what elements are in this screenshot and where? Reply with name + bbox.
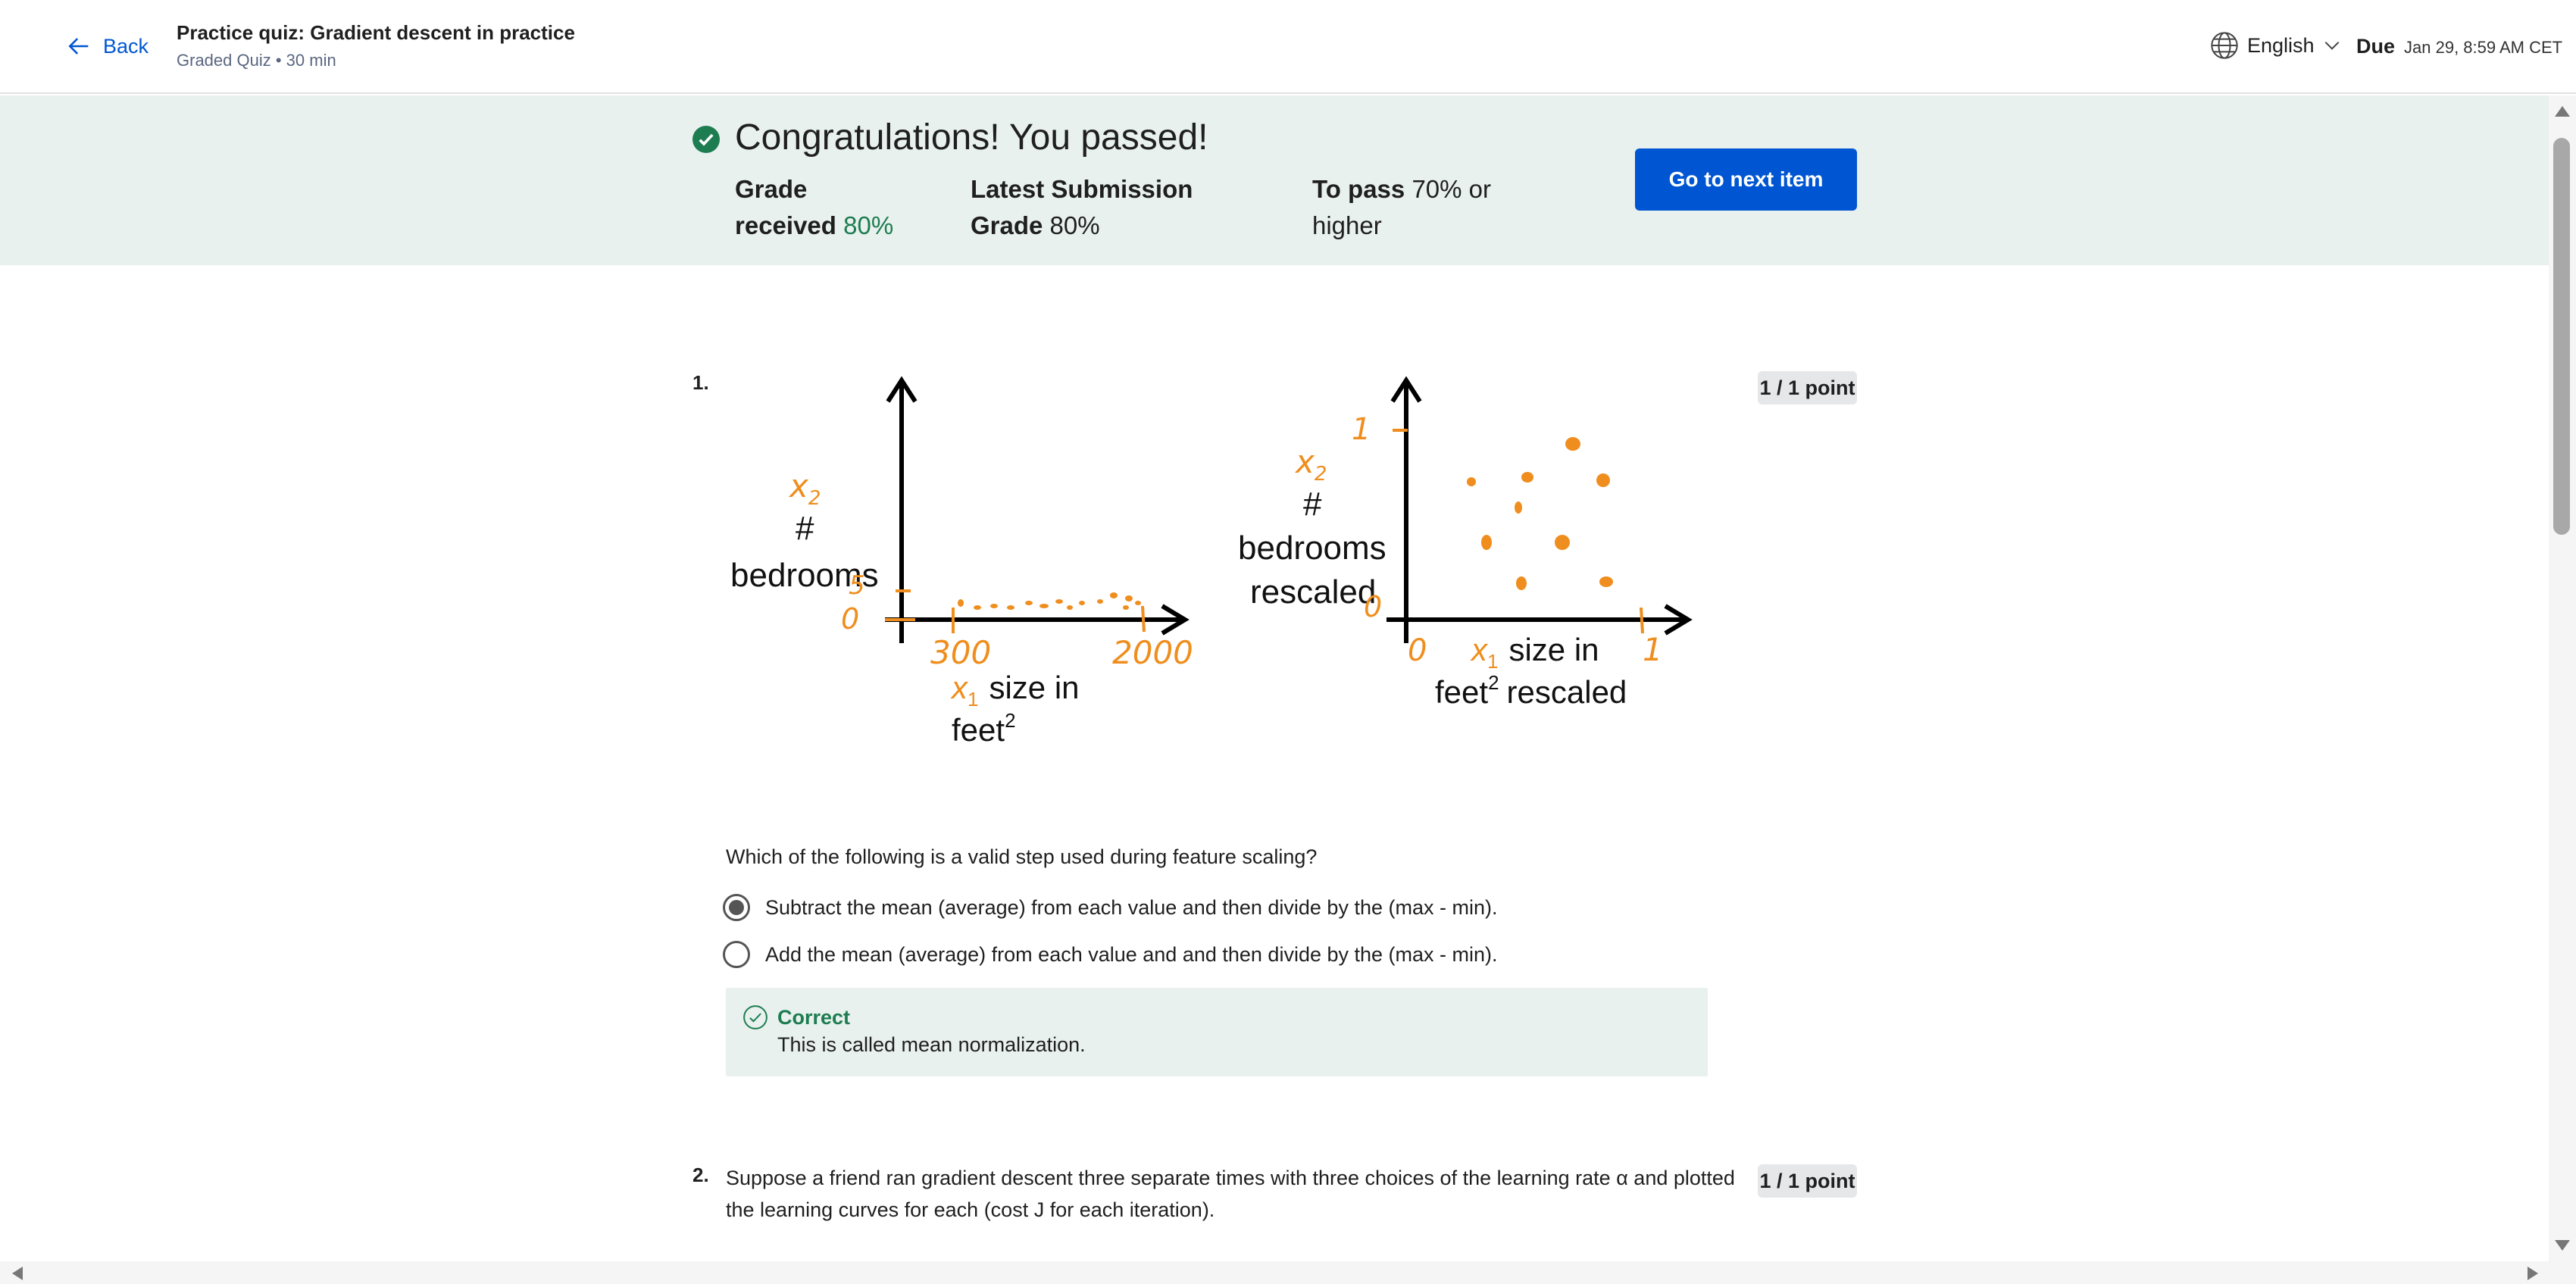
- right-data-points: [1467, 437, 1613, 590]
- feature-scaling-figure: x2 # bedrooms 5 0 300 2000 x1 size in fee…: [730, 376, 1693, 748]
- grade-value: 80%: [843, 211, 894, 239]
- vertical-scrollbar[interactable]: [2549, 95, 2576, 1261]
- right-y-var: x2: [1294, 443, 1327, 486]
- right-y-tick-top: 1: [1352, 412, 1371, 447]
- question-1-number: 1.: [692, 371, 709, 394]
- result-banner: Congratulations! You passed! Grade recei…: [0, 95, 2549, 265]
- page-title: Practice quiz: Gradient descent in pract…: [177, 21, 575, 44]
- grade-received: Grade received 80%: [735, 171, 893, 244]
- left-plot: x2 # bedrooms 5 0 300 2000 x1 size in fee…: [730, 376, 1193, 748]
- right-x-tick-0: 0: [1408, 633, 1427, 668]
- due-date: Due Jan 29, 8:59 AM CET: [2356, 35, 2562, 58]
- chevron-down-icon: [2324, 41, 2339, 50]
- left-y-var: x2: [788, 467, 821, 510]
- check-circle-outline-icon: [743, 1005, 767, 1029]
- feedback-title: Correct: [777, 1006, 851, 1029]
- feedback-text: This is called mean normalization.: [777, 1033, 1086, 1056]
- right-x-label-2: feet2 rescaled: [1435, 671, 1627, 710]
- question-2-points: 1 / 1 point: [1758, 1164, 1857, 1198]
- left-data-points: [958, 592, 1141, 610]
- grade-label-2: received: [735, 211, 836, 239]
- question-2-text: Suppose a friend ran gradient descent th…: [726, 1162, 1735, 1226]
- question-2-line-2: the learning curves for each (cost J for…: [726, 1198, 1215, 1221]
- due-date-value: Jan 29, 8:59 AM CET: [2404, 38, 2563, 57]
- feedback-correct: Correct This is called mean normalizatio…: [726, 988, 1708, 1076]
- latest-value: 80%: [1049, 211, 1100, 239]
- grade-label-1: Grade: [735, 175, 808, 203]
- top-header: Back Practice quiz: Gradient descent in …: [0, 0, 2576, 94]
- latest-label-2: Grade: [971, 211, 1043, 239]
- back-button[interactable]: Back: [67, 33, 148, 59]
- question-2-number: 2.: [692, 1164, 709, 1186]
- scroll-left-icon[interactable]: [12, 1267, 23, 1280]
- right-x-label-1: x1 size in: [1470, 632, 1599, 673]
- go-to-next-item-button[interactable]: Go to next item: [1635, 148, 1857, 211]
- left-y-tick-top: 5: [849, 570, 865, 601]
- scroll-down-icon[interactable]: [2555, 1240, 2570, 1251]
- option-2-label: Add the mean (average) from each value a…: [765, 942, 1498, 966]
- left-x-label-2: feet2: [952, 709, 1016, 748]
- title-block: Practice quiz: Gradient descent in pract…: [177, 21, 575, 70]
- right-y-label-3: rescaled: [1250, 573, 1376, 611]
- language-label: English: [2247, 33, 2315, 57]
- language-selector[interactable]: English: [2209, 30, 2342, 61]
- option-2[interactable]: Add the mean (average) from each value a…: [723, 941, 1498, 968]
- left-x-label-1: x1 size in: [950, 670, 1080, 711]
- right-y-tick-zero: 0: [1364, 590, 1382, 623]
- question-1-text: Which of the following is a valid step u…: [726, 845, 1318, 868]
- banner-title: Congratulations! You passed!: [735, 117, 1208, 158]
- question-1-points: 1 / 1 point: [1758, 371, 1857, 405]
- due-label: Due: [2356, 35, 2396, 58]
- radio-unselected[interactable]: [723, 941, 750, 968]
- scroll-up-icon[interactable]: [2555, 106, 2570, 117]
- horizontal-scrollbar[interactable]: [0, 1261, 2576, 1284]
- left-y-label-1: #: [796, 510, 814, 547]
- right-x-tick-1: 1: [1643, 631, 1663, 668]
- right-y-label-1: #: [1303, 486, 1322, 523]
- scrollbar-thumb[interactable]: [2553, 138, 2570, 535]
- option-1[interactable]: Subtract the mean (average) from each va…: [723, 894, 1497, 921]
- question-2-line-1: Suppose a friend ran gradient descent th…: [726, 1167, 1735, 1189]
- pass-label: To pass: [1312, 175, 1405, 203]
- pass-threshold: To pass 70% or higher: [1312, 171, 1491, 244]
- left-y-tick-zero: 0: [841, 602, 859, 636]
- option-1-label: Subtract the mean (average) from each va…: [765, 895, 1498, 919]
- left-x-tick-1: 300: [930, 634, 991, 671]
- right-plot: x2 # bedrooms rescaled 1 0 0 1 x1 size in…: [1238, 376, 1693, 710]
- scroll-right-icon[interactable]: [2528, 1267, 2538, 1280]
- check-circle-icon: [692, 126, 720, 153]
- globe-icon: [2211, 32, 2238, 59]
- radio-selected[interactable]: [723, 894, 750, 921]
- latest-label-1: Latest Submission: [971, 175, 1193, 203]
- arrow-left-icon: [68, 38, 89, 55]
- back-label: Back: [103, 34, 149, 58]
- latest-submission-grade: Latest Submission Grade 80%: [971, 171, 1193, 244]
- pass-value-1: 70% or: [1411, 175, 1491, 203]
- left-x-tick-2: 2000: [1112, 634, 1193, 671]
- page-subtitle: Graded Quiz • 30 min: [177, 51, 336, 70]
- pass-value-2: higher: [1312, 211, 1382, 239]
- right-y-label-2: bedrooms: [1238, 530, 1386, 567]
